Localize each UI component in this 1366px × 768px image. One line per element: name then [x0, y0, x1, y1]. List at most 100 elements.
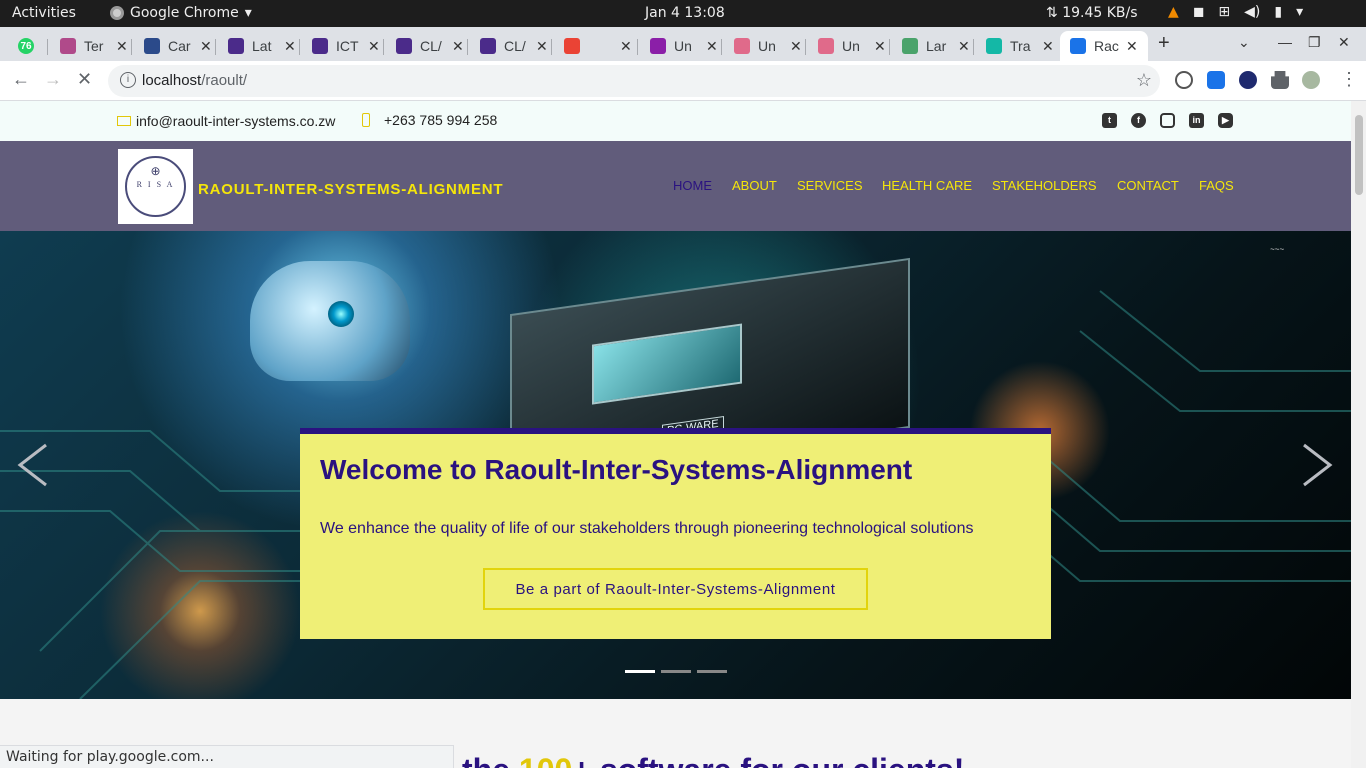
youtube-icon[interactable]: ▶ — [1218, 113, 1233, 128]
tab-close-icon[interactable]: ✕ — [368, 38, 380, 55]
brand-name[interactable]: RAOULT-INTER-SYSTEMS-ALIGNMENT — [198, 181, 503, 198]
restore-icon[interactable]: ❐ — [1308, 34, 1321, 51]
carousel-dot-2[interactable] — [661, 670, 691, 673]
new-tab-plus-icon[interactable]: + — [1158, 32, 1170, 55]
facebook-icon[interactable]: f — [1131, 113, 1146, 128]
tab-close-icon[interactable]: ✕ — [536, 38, 548, 55]
logo-text: R I S A — [136, 180, 175, 189]
nav-services[interactable]: SERVICES — [797, 178, 863, 193]
tab-close-icon[interactable]: ✕ — [1126, 38, 1138, 55]
robot-illustration — [250, 261, 410, 381]
tab-close-icon[interactable]: ✕ — [1042, 38, 1054, 55]
browser-tab[interactable]: Rac ✕ — [1060, 31, 1148, 61]
browser-tab[interactable]: ICT ✕ — [302, 31, 384, 61]
nav-about[interactable]: ABOUT — [732, 178, 777, 193]
browser-tab[interactable]: CL/ ✕ — [470, 31, 552, 61]
tab-close-icon[interactable]: ✕ — [958, 38, 970, 55]
browser-tab[interactable]: Car ✕ — [134, 31, 216, 61]
nav-faqs[interactable]: FAQS — [1199, 178, 1234, 193]
tab-favicon-icon — [818, 38, 834, 54]
linkedin-icon[interactable]: in — [1189, 113, 1204, 128]
phone-text: +263 785 994 258 — [384, 112, 498, 128]
page-scrollbar[interactable] — [1351, 101, 1366, 768]
site-info-icon[interactable]: i — [120, 72, 136, 88]
tab-close-icon[interactable]: ✕ — [452, 38, 464, 55]
tab-close-icon[interactable]: ✕ — [706, 38, 718, 55]
join-cta-button[interactable]: Be a part of Raoult-Inter-Systems-Alignm… — [483, 568, 868, 610]
browser-tab[interactable]: Lat ✕ — [218, 31, 300, 61]
camera-icon[interactable]: ◼ — [1193, 4, 1205, 20]
contact-bar: info@raoult-inter-systems.co.zw +263 785… — [0, 101, 1351, 141]
caret-down-icon: ▾ — [244, 5, 252, 21]
nav-home[interactable]: HOME — [673, 178, 712, 193]
tab-separator — [299, 39, 300, 55]
logo-globe-icon: ⊕ — [150, 164, 161, 178]
extension-check-icon[interactable] — [1239, 71, 1257, 89]
battery-icon[interactable]: ▮ — [1274, 4, 1282, 20]
nav-health-care[interactable]: HEALTH CARE — [882, 178, 972, 193]
tab-search-icon[interactable]: ⌄ — [1238, 34, 1250, 51]
tab-favicon-icon — [228, 38, 244, 54]
tab-close-icon[interactable]: ✕ — [116, 38, 128, 55]
tab-close-icon[interactable]: ✕ — [620, 38, 632, 55]
clock[interactable]: Jan 4 13:08 — [645, 5, 725, 21]
site-logo[interactable]: ⊕ R I S A — [118, 149, 193, 224]
url-text[interactable]: localhost/raoult/ — [142, 72, 247, 89]
browser-tab[interactable]: CL/ ✕ — [386, 31, 468, 61]
network-speed-indicator[interactable]: ⇅ 19.45 KB/s — [1046, 5, 1138, 21]
instagram-icon[interactable] — [1160, 113, 1175, 128]
carousel-prev-arrow-icon[interactable] — [16, 443, 50, 487]
browser-tab[interactable]: 76 — [8, 31, 48, 61]
nav-stakeholders[interactable]: STAKEHOLDERS — [992, 178, 1097, 193]
extensions-puzzle-icon[interactable] — [1271, 71, 1289, 89]
app-menu[interactable]: Google Chrome ▾ — [110, 5, 252, 21]
chevron-down-icon[interactable]: ▾ — [1296, 4, 1303, 20]
tab-title: ICT — [336, 38, 359, 54]
carousel-dot-1[interactable] — [625, 670, 655, 673]
tab-close-icon[interactable]: ✕ — [200, 38, 212, 55]
tab-favicon-icon — [1070, 38, 1086, 54]
carousel-dot-3[interactable] — [697, 670, 727, 673]
browser-tab[interactable]: ✕ — [554, 31, 638, 61]
headline-start: the — [462, 752, 519, 768]
stop-loading-icon[interactable]: ✕ — [77, 69, 92, 90]
browser-status-bar: Waiting for play.google.com... — [0, 745, 454, 768]
twitter-icon[interactable]: t — [1102, 113, 1117, 128]
address-bar[interactable]: i localhost/raoult/ ☆ — [108, 65, 1160, 97]
tab-separator — [215, 39, 216, 55]
network-icon[interactable]: ⊞ — [1218, 4, 1230, 20]
browser-tab[interactable]: Tra ✕ — [976, 31, 1058, 61]
email-contact[interactable]: info@raoult-inter-systems.co.zw — [117, 113, 335, 129]
tab-favicon-icon — [650, 38, 666, 54]
system-tray[interactable]: ▲ ◼ ⊞ ◀) ▮ ▾ — [1168, 4, 1303, 20]
minimize-icon[interactable]: — — [1278, 34, 1292, 50]
tab-close-icon[interactable]: ✕ — [284, 38, 296, 55]
forward-arrow-icon[interactable]: → — [44, 69, 62, 90]
browser-tab[interactable]: Un ✕ — [640, 31, 722, 61]
extension-sync-icon[interactable] — [1175, 71, 1193, 89]
back-arrow-icon[interactable]: ← — [12, 69, 30, 90]
kebab-menu-icon[interactable]: ⋮ — [1340, 69, 1358, 90]
tab-separator — [889, 39, 890, 55]
section-headline: the 100+ software for our clients! — [462, 752, 964, 768]
phone-contact[interactable]: +263 785 994 258 — [362, 112, 497, 128]
activities-button[interactable]: Activities — [12, 5, 76, 21]
profile-avatar[interactable] — [1302, 71, 1320, 89]
extension-fi-icon[interactable] — [1207, 71, 1225, 89]
bookmark-star-icon[interactable]: ☆ — [1136, 70, 1152, 91]
browser-tab[interactable]: Un ✕ — [808, 31, 890, 61]
vlc-icon[interactable]: ▲ — [1168, 4, 1179, 20]
browser-tab[interactable]: Ter ✕ — [50, 31, 132, 61]
hero-carousel: PC-WARE ~~~ Welcome to Raoult-Inter-Syst… — [0, 231, 1351, 699]
tab-separator — [131, 39, 132, 55]
tab-close-icon[interactable]: ✕ — [790, 38, 802, 55]
browser-tab[interactable]: Lar ✕ — [892, 31, 974, 61]
volume-icon[interactable]: ◀) — [1244, 4, 1260, 20]
browser-tab[interactable]: Un ✕ — [724, 31, 806, 61]
tab-close-icon[interactable]: ✕ — [874, 38, 886, 55]
close-window-icon[interactable]: ✕ — [1338, 34, 1350, 51]
carousel-next-arrow-icon[interactable] — [1300, 443, 1334, 487]
nav-contact[interactable]: CONTACT — [1117, 178, 1179, 193]
web-page: info@raoult-inter-systems.co.zw +263 785… — [0, 101, 1351, 768]
scrollbar-thumb[interactable] — [1355, 115, 1363, 195]
